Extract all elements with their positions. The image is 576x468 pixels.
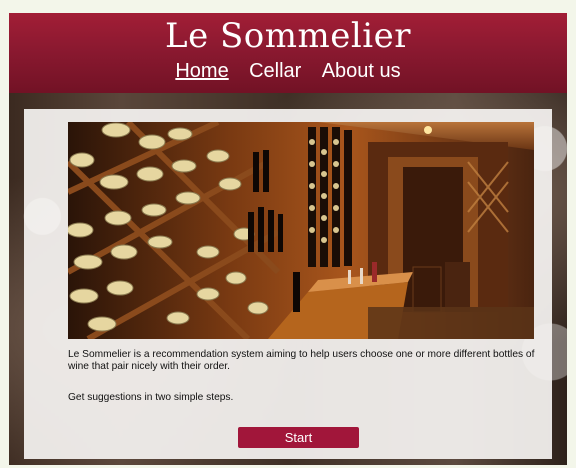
- site-header: Le Sommelier Home Cellar About us: [9, 13, 567, 93]
- content-panel: Le Sommelier is a recommendation system …: [24, 109, 552, 459]
- nav-home-link[interactable]: Home: [175, 60, 228, 82]
- nav-cellar-link[interactable]: Cellar: [249, 60, 301, 82]
- site-title: Le Sommelier: [165, 16, 411, 56]
- steps-text: Get suggestions in two simple steps.: [68, 392, 234, 403]
- page-background: Le Sommelier Home Cellar About us Le Som…: [9, 13, 567, 465]
- nav-about-link[interactable]: About us: [322, 60, 401, 82]
- start-button[interactable]: Start: [238, 427, 359, 448]
- wine-cellar-photo: [68, 122, 534, 339]
- intro-description: Le Sommelier is a recommendation system …: [68, 349, 535, 372]
- main-nav: Home Cellar About us: [9, 58, 567, 83]
